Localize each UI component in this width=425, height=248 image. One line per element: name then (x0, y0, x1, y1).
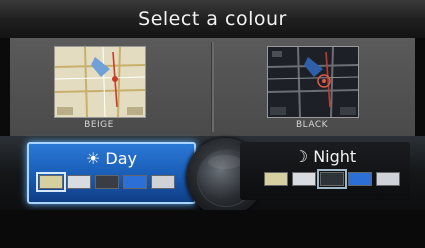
title-bar: Select a colour (0, 0, 425, 38)
beige-label: BEIGE (84, 120, 114, 130)
day-swatch-5[interactable] (151, 175, 175, 189)
night-option[interactable]: ☽ Night (240, 142, 410, 200)
day-label: ☀ Day (85, 149, 138, 168)
night-swatch-2[interactable] (292, 172, 316, 186)
black-map-image (268, 47, 358, 117)
bottom-bar (0, 210, 425, 248)
night-swatch-3[interactable] (317, 169, 347, 189)
preview-divider (211, 42, 214, 132)
day-swatch-2[interactable] (67, 175, 91, 189)
day-swatches (36, 172, 175, 192)
beige-map-preview (54, 46, 146, 118)
night-label: ☽ Night (293, 147, 357, 166)
night-swatch-5[interactable] (376, 172, 400, 186)
day-swatch-1[interactable] (36, 172, 66, 192)
beige-map-image (55, 47, 145, 117)
colour-select-screen: Select a colour BEIGE BLACK ☀ Day ☽ Nigh… (0, 0, 425, 248)
preview-area: BEIGE BLACK (10, 38, 415, 136)
day-swatch-3[interactable] (95, 175, 119, 189)
day-option[interactable]: ☀ Day (27, 142, 196, 204)
black-map-preview (267, 46, 359, 118)
night-swatch-4[interactable] (348, 172, 372, 186)
page-title: Select a colour (138, 8, 287, 30)
knob-highlight (208, 155, 242, 169)
night-swatch-1[interactable] (264, 172, 288, 186)
day-swatch-4[interactable] (123, 175, 147, 189)
black-label: BLACK (295, 120, 329, 130)
night-swatches (264, 169, 400, 189)
